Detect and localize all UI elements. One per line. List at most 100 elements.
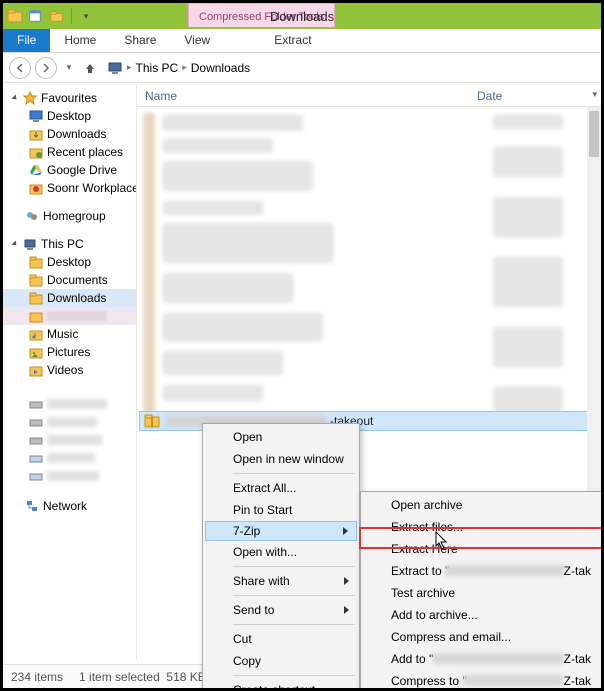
menu-cut[interactable]: Cut	[205, 628, 357, 650]
column-date[interactable]: Date	[477, 85, 601, 106]
column-name[interactable]: Name	[137, 85, 477, 106]
menu-create-shortcut[interactable]: Create shortcut	[205, 679, 357, 691]
nav-favourites[interactable]: Favourites	[3, 89, 136, 107]
menu-open-with[interactable]: Open with...	[205, 541, 357, 563]
address-bar: ▾ ▸ This PC ▸ Downloads	[3, 53, 601, 83]
submenu-compress-to[interactable]: Compress to " Z-tak	[363, 670, 601, 691]
nav-item-blur2[interactable]	[3, 413, 136, 431]
app-icon	[7, 8, 23, 24]
column-caret-icon[interactable]: ▾	[592, 89, 597, 100]
nav-item-label: Desktop	[47, 109, 91, 123]
nav-item-blur1[interactable]	[3, 395, 136, 413]
ribbon-tabs: File Home Share View Extract	[3, 29, 601, 53]
chevron-icon[interactable]: ▸	[182, 62, 187, 73]
submenu-add-to[interactable]: Add to " Z-tak	[363, 648, 601, 670]
nav-item-pc-pictures[interactable]: Pictures	[3, 343, 136, 361]
submenu-7zip: Open archive Extract files... Extract He…	[360, 491, 604, 691]
nav-item-label: Downloads	[47, 291, 106, 305]
menu-separator	[233, 675, 355, 676]
folder-icon	[29, 291, 43, 305]
drive-icon	[29, 451, 43, 465]
nav-item-label: Desktop	[47, 255, 91, 269]
submenu-extract-here[interactable]: Extract Here	[363, 538, 601, 560]
contextual-tab-label: Compressed Folder Tools	[188, 3, 335, 27]
crumb-downloads[interactable]: Downloads	[191, 61, 250, 75]
submenu-arrow-icon	[344, 606, 349, 614]
nav-label: This PC	[41, 237, 84, 251]
drive-icon	[29, 433, 43, 447]
nav-item-label	[47, 311, 107, 321]
tab-share[interactable]: Share	[110, 29, 170, 52]
menu-7zip[interactable]: 7-Zip	[205, 521, 357, 541]
nav-item-soonr[interactable]: Soonr Workplace	[3, 179, 136, 197]
menu-separator	[233, 595, 355, 596]
back-button[interactable]	[9, 57, 31, 79]
menu-separator	[233, 624, 355, 625]
menu-open-new-window[interactable]: Open in new window	[205, 448, 357, 470]
folder-icon	[29, 273, 43, 287]
qat-properties-button[interactable]	[25, 6, 45, 26]
crumb-thispc[interactable]: This PC	[136, 61, 179, 75]
menu-extract-all[interactable]: Extract All...	[205, 477, 357, 499]
gdrive-icon	[29, 163, 43, 177]
desktop-icon	[29, 109, 43, 123]
music-icon	[29, 327, 43, 341]
submenu-compress-email[interactable]: Compress and email...	[363, 626, 601, 648]
submenu-test-archive[interactable]: Test archive	[363, 582, 601, 604]
star-icon	[23, 91, 37, 105]
column-headers: Name Date ▾	[137, 85, 601, 107]
nav-item-recent[interactable]: Recent places	[3, 143, 136, 161]
tab-extract[interactable]: Extract	[260, 29, 325, 52]
submenu-open-archive[interactable]: Open archive	[363, 494, 601, 516]
nav-item-pc-desktop[interactable]: Desktop	[3, 253, 136, 271]
tab-view[interactable]: View	[170, 29, 224, 52]
nav-item-pc-downloads[interactable]: Downloads	[3, 289, 136, 307]
nav-item-blur5[interactable]	[3, 467, 136, 485]
forward-button[interactable]	[35, 57, 57, 79]
drive-icon	[29, 469, 43, 483]
submenu-extract-files[interactable]: Extract files...	[363, 516, 601, 538]
nav-network[interactable]: Network	[3, 497, 136, 515]
downloads-icon	[29, 127, 43, 141]
nav-item-gdrive[interactable]: Google Drive	[3, 161, 136, 179]
submenu-extract-to[interactable]: Extract to " Z-tak	[363, 560, 601, 582]
menu-send-to[interactable]: Send to	[205, 599, 357, 621]
expand-icon	[11, 240, 18, 247]
menu-separator	[233, 473, 355, 474]
menu-separator	[233, 566, 355, 567]
submenu-add-to-archive[interactable]: Add to archive...	[363, 604, 601, 626]
nav-thispc[interactable]: This PC	[3, 235, 136, 253]
pictures-icon	[29, 345, 43, 359]
tab-home[interactable]: Home	[50, 29, 110, 52]
nav-item-label: Google Drive	[47, 163, 117, 177]
qat-customize-button[interactable]: ▾	[76, 6, 96, 26]
nav-item-pc-music[interactable]: Music	[3, 325, 136, 343]
nav-item-label: Pictures	[47, 345, 90, 359]
breadcrumb[interactable]: ▸ This PC ▸ Downloads	[107, 60, 250, 76]
menu-open[interactable]: Open	[205, 426, 357, 448]
nav-item-downloads[interactable]: Downloads	[3, 125, 136, 143]
homegroup-icon	[25, 209, 39, 223]
nav-homegroup[interactable]: Homegroup	[3, 207, 136, 225]
zip-icon	[144, 413, 160, 429]
menu-pin-to-start[interactable]: Pin to Start	[205, 499, 357, 521]
recent-locations-button[interactable]: ▾	[61, 60, 77, 76]
qat-newfolder-button[interactable]	[47, 6, 67, 26]
soonr-icon	[29, 181, 43, 195]
nav-item-blur3[interactable]	[3, 431, 136, 449]
scroll-thumb[interactable]	[589, 111, 599, 157]
nav-item-blur4[interactable]	[3, 449, 136, 467]
tab-file[interactable]: File	[3, 29, 50, 52]
nav-item-pc-documents[interactable]: Documents	[3, 271, 136, 289]
title-bar: ▾ Compressed Folder Tools Downloads	[3, 3, 601, 29]
menu-copy[interactable]: Copy	[205, 650, 357, 672]
pc-icon	[23, 237, 37, 251]
menu-share-with[interactable]: Share with	[205, 570, 357, 592]
status-selected: 1 item selected 518 KB	[79, 670, 206, 684]
nav-item-desktop[interactable]: Desktop	[3, 107, 136, 125]
up-button[interactable]	[81, 59, 99, 77]
nav-item-pc-videos[interactable]: Videos	[3, 361, 136, 379]
nav-item-pc-sub[interactable]	[3, 307, 136, 325]
recent-icon	[29, 145, 43, 159]
chevron-icon[interactable]: ▸	[127, 62, 132, 73]
